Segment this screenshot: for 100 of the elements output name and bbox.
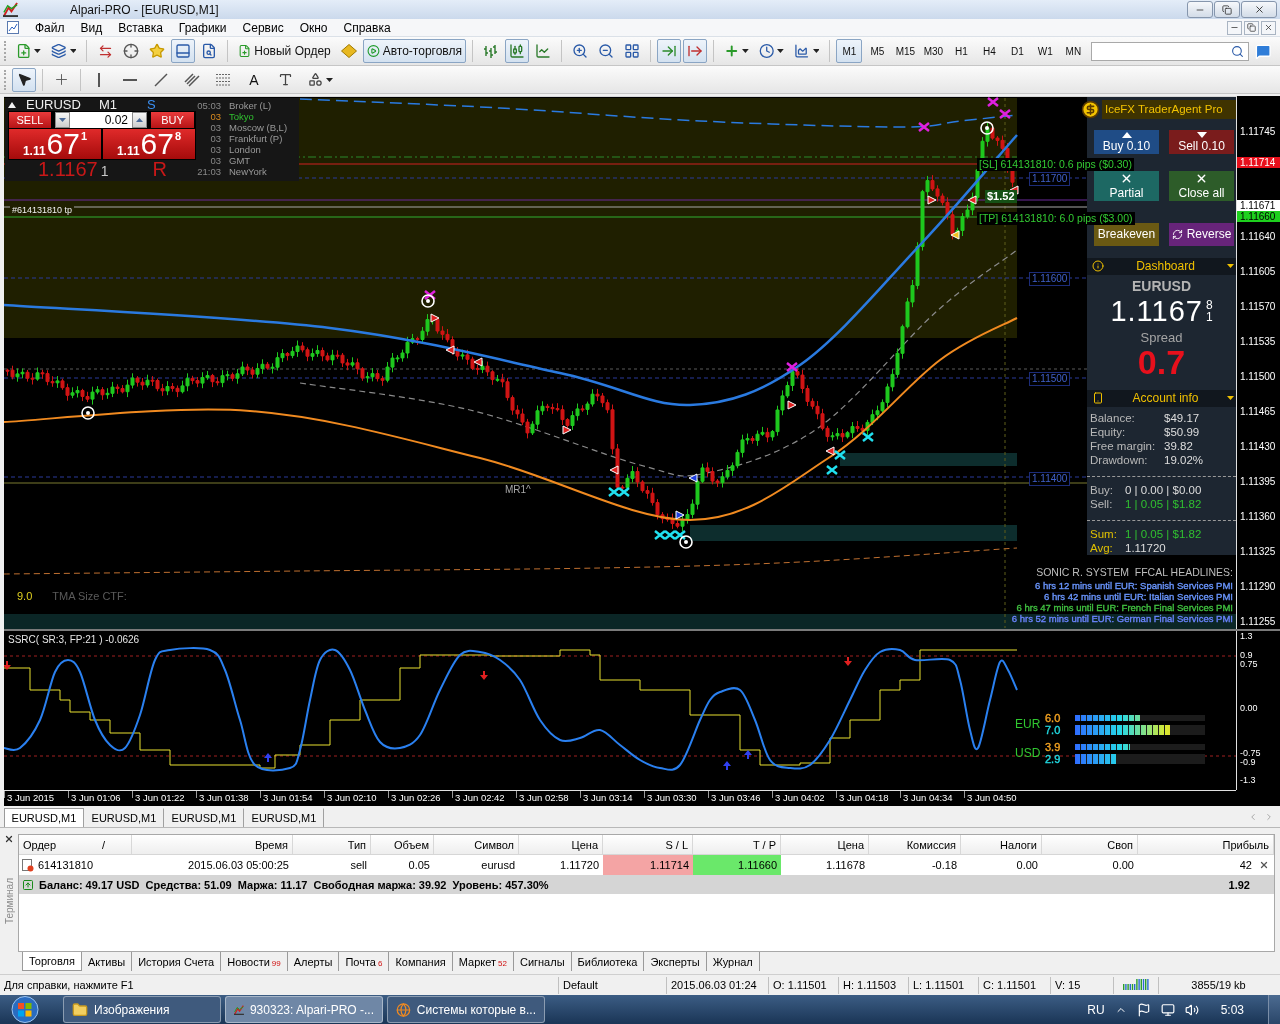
chart-tab[interactable]: EURUSD,M1: [84, 808, 164, 827]
auto-trading-button[interactable]: Авто-торговля: [362, 39, 466, 63]
last-price-digit: 1: [100, 164, 109, 179]
indicator-title: SSRC( SR:3, FP:21 ) -0.0626: [8, 634, 140, 646]
terminal-tab[interactable]: Библиотека: [571, 952, 645, 971]
close-icon[interactable]: [1259, 860, 1269, 870]
taskbar-button[interactable]: Изображения: [63, 996, 221, 1023]
show-desktop-button[interactable]: [1268, 995, 1280, 1024]
cross-marker-icon: [653, 529, 667, 541]
terminal-tab[interactable]: Активы: [81, 952, 133, 971]
dotted-lines-icon: [215, 73, 231, 86]
lot-field[interactable]: 0.02: [70, 112, 132, 128]
terminal-tab[interactable]: Компания: [389, 952, 453, 971]
taskbar-button[interactable]: 930323: Alpari-PRO -...: [225, 996, 383, 1023]
caret-icon: [742, 49, 749, 53]
text-button[interactable]: A: [242, 67, 266, 92]
candlestick-button[interactable]: [504, 39, 529, 63]
close-button[interactable]: [1241, 1, 1277, 18]
terminal-tab[interactable]: Торговля: [22, 952, 82, 971]
flag-icon[interactable]: [1136, 1002, 1151, 1017]
currency-label: EUR: [1015, 717, 1042, 731]
tma-label: TMA Size CTF:: [52, 590, 127, 602]
speaker-icon[interactable]: [1184, 1002, 1199, 1017]
triangle-marker-icon: [473, 357, 483, 367]
sell-button[interactable]: Sell 0.10: [1169, 130, 1234, 154]
plus-icon: [723, 43, 740, 59]
timeframe-button[interactable]: MN: [1060, 39, 1087, 63]
menu-item[interactable]: Справка: [335, 19, 399, 36]
price-label: 1.11360: [1239, 511, 1276, 523]
timeframe-button[interactable]: M5: [864, 39, 891, 63]
menu-item[interactable]: Вставка: [110, 19, 171, 36]
arrow-down-icon: [844, 657, 852, 666]
terminal-tab[interactable]: Журнал: [706, 952, 760, 971]
timeframe-button[interactable]: M1: [836, 39, 863, 63]
timeframe-button[interactable]: M30: [920, 39, 947, 63]
bar-time: 2015.06.03 01:24: [671, 979, 757, 991]
auto-scroll-button[interactable]: [656, 39, 681, 63]
crosshair-icon: [53, 71, 70, 88]
triangle-marker-icon: [950, 230, 960, 240]
triangle-marker-icon: [967, 195, 977, 205]
clock-time: 05:03: [196, 100, 221, 111]
menu-item[interactable]: Файл: [27, 19, 73, 36]
buy-button[interactable]: Buy 0.10: [1094, 130, 1159, 154]
partial-button[interactable]: Partial: [1094, 171, 1159, 201]
taskbar-button[interactable]: Системы которые в...: [387, 996, 545, 1023]
timeframe-button[interactable]: H1: [948, 39, 975, 63]
chart-shift-button[interactable]: [682, 39, 707, 63]
sell-button[interactable]: SELL: [9, 112, 51, 128]
chart-tab[interactable]: EURUSD,M1: [244, 808, 324, 827]
menu-item[interactable]: Вид: [72, 19, 111, 36]
minimize-button[interactable]: [1227, 20, 1242, 35]
timeframe-button[interactable]: M15: [892, 39, 919, 63]
timeframe-label: M1: [98, 98, 117, 111]
table-cell-text: 0.00: [1015, 858, 1039, 873]
close-icon[interactable]: [4, 834, 14, 844]
close-button[interactable]: Close all: [1169, 171, 1234, 201]
maximize-button[interactable]: [1214, 1, 1240, 18]
clock-text[interactable]: 5:03: [1220, 1002, 1244, 1017]
panel-title: Терминал: [3, 878, 15, 925]
triangle-up-icon: [8, 101, 16, 108]
language-indicator[interactable]: RU: [1087, 1002, 1105, 1017]
terminal-tab[interactable]: Сигналы: [513, 952, 572, 971]
close-button[interactable]: [1261, 20, 1276, 35]
menu-item[interactable]: Графики: [170, 19, 235, 36]
minimize-button[interactable]: [1187, 1, 1213, 18]
new-order-button[interactable]: Новый Ордер: [234, 39, 335, 63]
caret-icon: [1227, 264, 1234, 269]
timeframe-button[interactable]: W1: [1032, 39, 1059, 63]
lot-down-button[interactable]: [55, 112, 70, 128]
section-title: Account info: [1131, 391, 1200, 406]
terminal-tab[interactable]: История Счета: [132, 952, 222, 971]
monitor-icon[interactable]: [1160, 1002, 1175, 1017]
chart-tab[interactable]: EURUSD,M1: [4, 808, 84, 827]
cross-marker-icon: [663, 529, 677, 541]
level-tag: 1.11600: [1029, 272, 1071, 286]
timeframe-button[interactable]: D1: [1004, 39, 1031, 63]
terminal-button[interactable]: [171, 39, 196, 63]
close-price: C: 1.11501: [983, 979, 1036, 991]
buy-button[interactable]: BUY: [151, 112, 194, 128]
time-label: 3 Jun 02:58: [519, 792, 569, 804]
table-cell-text: 1.11678: [825, 858, 866, 873]
price-label: 1.11570: [1239, 301, 1276, 313]
time-label: 3 Jun 02:26: [391, 792, 441, 804]
terminal-tab[interactable]: Алерты: [287, 952, 340, 971]
lot-up-button[interactable]: [132, 112, 147, 128]
terminal-tab[interactable]: Эксперты: [644, 952, 707, 971]
cross-marker-icon: [785, 361, 799, 373]
chart-tab[interactable]: EURUSD,M1: [164, 808, 244, 827]
search-field[interactable]: [1091, 41, 1250, 61]
menu-item[interactable]: Сервис: [234, 19, 292, 36]
refresh-icon: [1171, 228, 1183, 240]
cross-marker-icon: [607, 486, 621, 498]
menu-item[interactable]: Окно: [291, 19, 336, 36]
table-cell-text: 42: [1238, 858, 1253, 873]
cross-marker-icon: [423, 289, 437, 301]
timeframe-button[interactable]: H4: [976, 39, 1003, 63]
cursor-button[interactable]: [12, 67, 36, 92]
column-header: Символ: [434, 835, 519, 854]
restore-button[interactable]: [1244, 20, 1259, 35]
reverse-button[interactable]: Reverse: [1169, 222, 1234, 246]
